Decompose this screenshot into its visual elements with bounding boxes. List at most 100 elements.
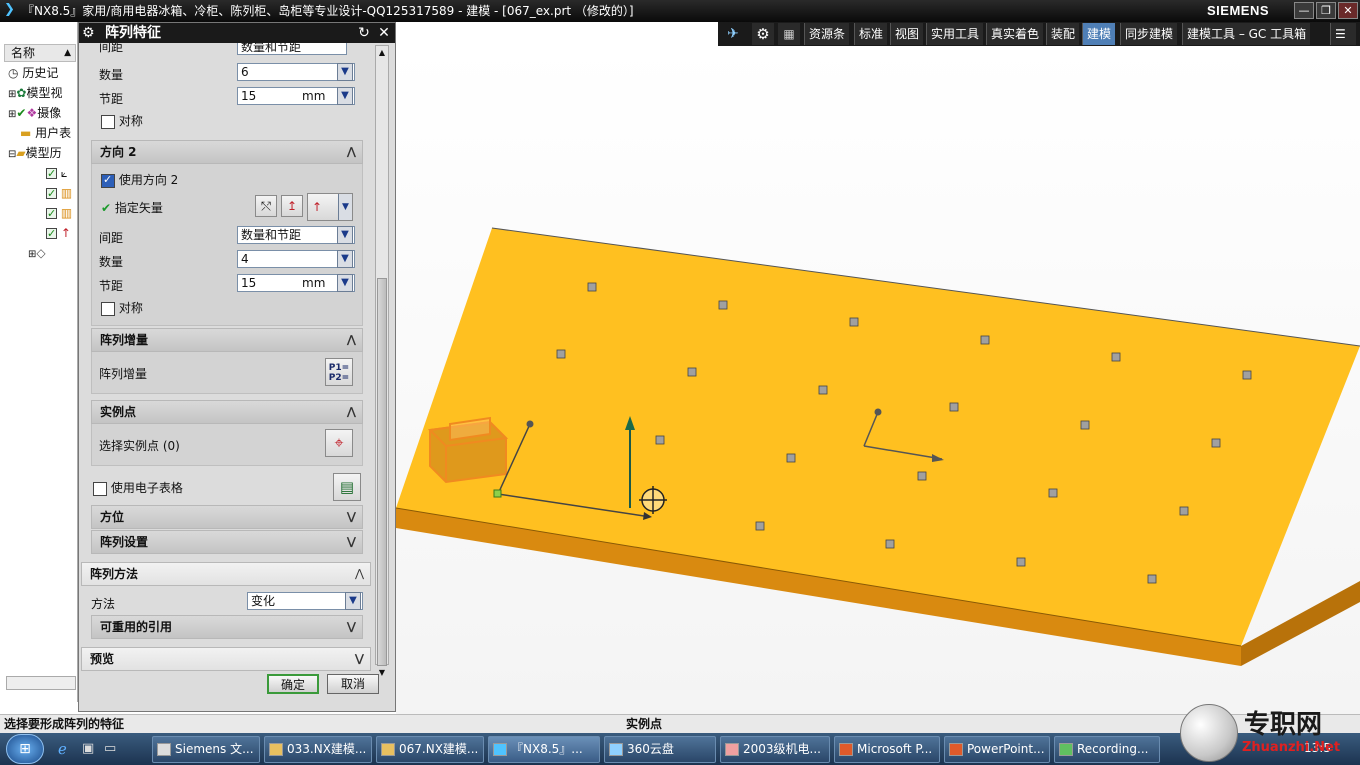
vector-type-dropdown[interactable]: ↑ ▼: [307, 193, 353, 221]
taskbar-item-067[interactable]: 067.NX建模...: [376, 736, 484, 763]
feature-checkbox[interactable]: [46, 165, 57, 183]
instance-cube[interactable]: [1211, 438, 1221, 448]
tab-standard[interactable]: 标准: [854, 23, 888, 45]
dialog-close-icon[interactable]: ✕: [375, 23, 393, 43]
dir1-spacing-dropdown[interactable]: 数量和节距: [237, 43, 347, 55]
dir2-count-spinner[interactable]: ▼: [337, 250, 353, 268]
reusable-references-header[interactable]: 可重用的引用 ⋁: [91, 615, 363, 639]
nav-feature-datum[interactable]: ⟀: [46, 164, 67, 183]
plate-top-face[interactable]: [396, 228, 1360, 646]
instance-cube[interactable]: [1179, 506, 1189, 516]
command-finder-icon[interactable]: ✈: [722, 24, 744, 44]
spreadsheet-icon[interactable]: ▤: [333, 473, 361, 501]
navigator-hscrollbar[interactable]: [6, 676, 76, 690]
instance-cube[interactable]: [587, 282, 597, 292]
instance-cube[interactable]: [1048, 488, 1058, 498]
scrollbar-thumb[interactable]: [377, 278, 387, 666]
taskbar-item-siemens[interactable]: Siemens 文...: [152, 736, 260, 763]
direction2-header[interactable]: 方向 2 ⋀: [91, 140, 363, 164]
instance-cube[interactable]: [755, 521, 765, 531]
taskbar-item-microsoft[interactable]: Microsoft P...: [834, 736, 940, 763]
feature-checkbox[interactable]: [46, 185, 57, 203]
instance-cube[interactable]: [949, 402, 959, 412]
dir1-pitch-spinner[interactable]: ▼: [337, 87, 353, 105]
nav-row-history[interactable]: ◷ 历史记: [8, 64, 58, 82]
dir1-symmetric-checkbox[interactable]: [101, 114, 115, 129]
seed-feature-highlight[interactable]: [427, 416, 509, 484]
instance-cube[interactable]: [980, 335, 990, 345]
dir2-vector-handle[interactable]: [526, 420, 534, 428]
tab-view[interactable]: 视图: [890, 23, 924, 45]
nav-row-camera[interactable]: ⊞✔❖摄像: [8, 104, 61, 122]
dir2-symmetric-checkbox[interactable]: [101, 301, 115, 316]
method-header[interactable]: 阵列方法 ⋀: [81, 562, 371, 586]
instance-cube[interactable]: [1242, 370, 1252, 380]
method-dropdown-arrow[interactable]: ▼: [345, 592, 361, 610]
tab-modeling-tools-gc[interactable]: 建模工具 – GC 工具箱: [1182, 23, 1311, 45]
instance-cube[interactable]: [1111, 352, 1121, 362]
nav-row-user-expressions[interactable]: ▬ 用户表: [20, 124, 71, 142]
dir-preview-handle[interactable]: [874, 408, 882, 416]
reverse-direction-icon[interactable]: ↥: [281, 195, 303, 217]
feature-checkbox[interactable]: [46, 225, 57, 243]
preview-header[interactable]: 预览 ⋁: [81, 647, 371, 671]
start-button[interactable]: ⊞: [6, 734, 44, 764]
spreadsheet-row[interactable]: 使用电子表格: [93, 479, 183, 496]
taskbar-item-360[interactable]: 360云盘: [604, 736, 716, 763]
instance-cube[interactable]: [718, 300, 728, 310]
settings-header[interactable]: 阵列设置 ⋁: [91, 530, 363, 554]
increment-header[interactable]: 阵列增量 ⋀: [91, 328, 363, 352]
instance-cube[interactable]: [1147, 574, 1157, 584]
ok-button[interactable]: 确定: [267, 674, 319, 694]
dir2-pitch-spinner[interactable]: ▼: [337, 274, 353, 292]
nav-feature-block1[interactable]: ▥: [46, 184, 72, 203]
instance-cube[interactable]: [556, 349, 566, 359]
tab-utility[interactable]: 实用工具: [926, 23, 984, 45]
nav-feature-block2[interactable]: ▥: [46, 204, 72, 223]
spreadsheet-checkbox[interactable]: [93, 481, 107, 496]
use-direction2-row[interactable]: 使用方向 2: [101, 171, 178, 188]
increment-icon-button[interactable]: P1= P2=: [325, 358, 353, 386]
instance-header[interactable]: 实例点 ⋀: [91, 400, 363, 424]
cancel-button[interactable]: 取消: [327, 674, 379, 694]
use-direction2-checkbox[interactable]: [101, 173, 115, 188]
nav-feature-extrude[interactable]: ↑: [46, 224, 71, 243]
orientation-header[interactable]: 方位 ⋁: [91, 505, 363, 529]
instance-cube[interactable]: [687, 367, 697, 377]
explorer-quicklaunch-icon[interactable]: ▣: [82, 741, 94, 756]
instance-cube[interactable]: [885, 539, 895, 549]
tab-assembly[interactable]: 装配: [1046, 23, 1080, 45]
navigator-column-name[interactable]: 名称 ▲: [4, 44, 76, 62]
graphics-viewport[interactable]: [396, 46, 1360, 714]
instance-cube[interactable]: [917, 471, 927, 481]
taskbar-item-033[interactable]: 033.NX建模...: [264, 736, 372, 763]
desktop-quicklaunch-icon[interactable]: ▭: [104, 741, 116, 756]
scroll-up-icon[interactable]: ▲: [376, 46, 388, 60]
dir2-symmetric-row[interactable]: 对称: [101, 299, 143, 316]
ie-quicklaunch-icon[interactable]: ℯ: [58, 740, 67, 758]
instance-cube[interactable]: [786, 453, 796, 463]
nav-row-model-history[interactable]: ⊟▰模型历: [8, 144, 62, 162]
restore-button[interactable]: ❐: [1316, 2, 1336, 19]
nav-feature-pattern[interactable]: ⊞◇: [28, 244, 46, 262]
instance-cube[interactable]: [1080, 420, 1090, 430]
instance-cube[interactable]: [1016, 557, 1026, 567]
tab-modeling[interactable]: 建模: [1082, 23, 1116, 45]
instance-cube[interactable]: [818, 385, 828, 395]
instance-cube[interactable]: [849, 317, 859, 327]
close-window-button[interactable]: ✕: [1338, 2, 1358, 19]
toolbar-options-icon[interactable]: ☰: [1330, 23, 1356, 45]
dir1-count-spinner[interactable]: ▼: [337, 63, 353, 81]
dir1-symmetric-row[interactable]: 对称: [101, 112, 143, 129]
vector-dialog-icon[interactable]: ⤲: [255, 195, 277, 217]
taskbar-item-2003[interactable]: 2003级机电...: [720, 736, 830, 763]
instance-cube[interactable]: [655, 435, 665, 445]
tab-true-shading[interactable]: 真实着色: [986, 23, 1044, 45]
origin-point[interactable]: [493, 489, 502, 498]
taskbar-item-powerpoint[interactable]: PowerPoint...: [944, 736, 1050, 763]
dialog-scrollbar[interactable]: ▲ ▼: [375, 45, 389, 677]
settings-gear-icon[interactable]: ⚙: [752, 23, 774, 45]
nav-row-model-views[interactable]: ⊞✿模型视: [8, 84, 62, 102]
grid-icon[interactable]: ▦: [778, 23, 800, 45]
reset-icon[interactable]: ↻: [355, 23, 373, 43]
